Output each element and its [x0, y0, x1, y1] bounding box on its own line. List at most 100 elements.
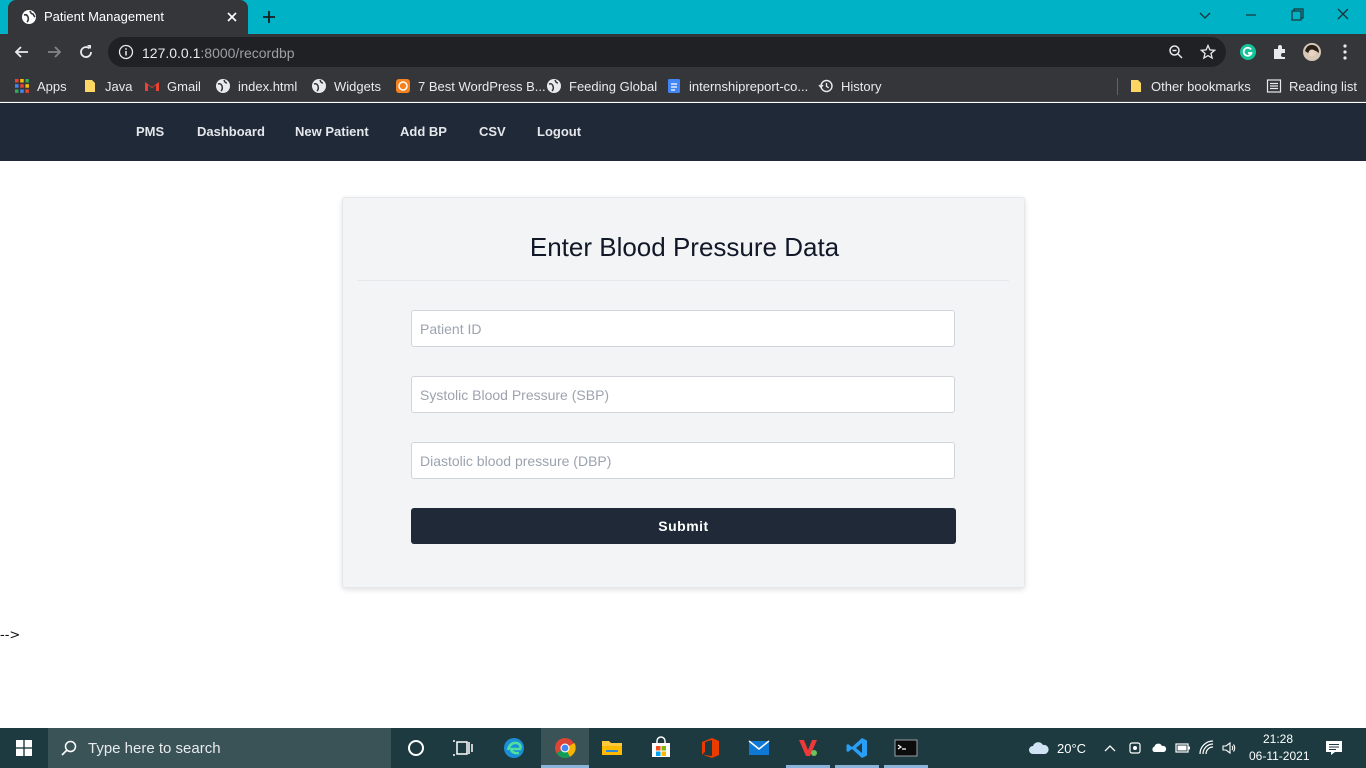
reading-list-icon: [1266, 79, 1282, 93]
taskbar-search-placeholder: Type here to search: [88, 739, 221, 757]
bookmark-internship-report[interactable]: internshipreport-co...: [666, 76, 808, 96]
taskbar-clock-time[interactable]: 21:28: [1263, 732, 1293, 746]
edge-browser-icon[interactable]: [502, 736, 526, 760]
site-favicon-icon: [396, 79, 410, 93]
bookmark-label: Reading list: [1289, 78, 1357, 94]
new-tab-icon[interactable]: [260, 8, 278, 26]
onedrive-cloud-icon[interactable]: [1151, 740, 1167, 756]
file-explorer-icon[interactable]: [600, 736, 624, 760]
folder-icon: [85, 80, 95, 92]
task-view-icon[interactable]: [452, 736, 476, 760]
submit-button[interactable]: Submit: [411, 508, 956, 544]
office-icon[interactable]: [698, 736, 722, 760]
app-navbar: PMS Dashboard New Patient Add BP CSV Log…: [0, 103, 1366, 161]
microsoft-store-icon[interactable]: [649, 736, 673, 760]
apps-grid-icon: [15, 79, 29, 93]
wifi-icon[interactable]: [1199, 740, 1215, 756]
windows-start-icon[interactable]: [16, 740, 32, 756]
title-divider: [357, 280, 1009, 281]
bookmark-label: Gmail: [167, 78, 201, 94]
vivaldi-app-icon[interactable]: [796, 736, 820, 760]
weather-cloud-icon[interactable]: [1028, 740, 1050, 756]
chrome-icon[interactable]: [553, 736, 577, 760]
close-tab-icon[interactable]: [224, 9, 240, 25]
docs-icon: [668, 79, 680, 93]
url-host: 127.0.0.1: [142, 45, 201, 61]
forward-arrow-icon[interactable]: [45, 43, 63, 61]
browser-tabstrip: Patient Management: [0, 0, 1366, 34]
reading-list-button[interactable]: Reading list: [1266, 76, 1357, 96]
tray-app-icon[interactable]: [1127, 740, 1143, 756]
bookmark-star-icon[interactable]: [1200, 44, 1216, 60]
bookmarks-separator: [1117, 78, 1118, 95]
dbp-input[interactable]: [411, 442, 955, 479]
reload-icon[interactable]: [77, 43, 95, 61]
nav-brand-pms[interactable]: PMS: [136, 124, 164, 139]
vscode-icon[interactable]: [845, 736, 869, 760]
patient-id-input[interactable]: [411, 310, 955, 347]
nav-link-add-bp[interactable]: Add BP: [400, 124, 447, 139]
bookmark-label: index.html: [238, 78, 298, 94]
address-bar[interactable]: 127.0.0.1:8000/recordbp: [108, 37, 1226, 67]
nav-link-dashboard[interactable]: Dashboard: [197, 124, 265, 139]
bookmark-label: Other bookmarks: [1151, 78, 1251, 94]
profile-avatar-icon[interactable]: [1302, 42, 1322, 62]
tab-search-chevron-icon[interactable]: [1193, 5, 1217, 25]
stray-comment-text: -->: [0, 628, 21, 643]
url-path: :8000/recordbp: [200, 45, 295, 61]
extensions-puzzle-icon[interactable]: [1270, 42, 1290, 62]
weather-temperature[interactable]: 20°C: [1057, 741, 1086, 756]
windows-taskbar: Type here to search 20°C 21:28 06-11-202…: [0, 728, 1366, 768]
browser-tab-active[interactable]: Patient Management: [8, 0, 248, 34]
close-window-icon[interactable]: [1331, 5, 1355, 25]
browser-toolbar: 127.0.0.1:8000/recordbp: [0, 34, 1366, 70]
cortana-icon[interactable]: [404, 736, 428, 760]
bookmark-label: internshipreport-co...: [689, 78, 809, 94]
bookmark-label: Apps: [37, 78, 67, 94]
tab-title: Patient Management: [44, 9, 164, 24]
bookmark-other-bookmarks[interactable]: Other bookmarks: [1128, 76, 1251, 96]
site-info-icon[interactable]: [118, 44, 134, 60]
minimize-icon[interactable]: [1239, 5, 1263, 25]
taskbar-clock-date[interactable]: 06-11-2021: [1249, 749, 1310, 763]
bookmark-wordpress[interactable]: 7 Best WordPress B...: [395, 76, 546, 96]
bookmark-java[interactable]: Java: [82, 76, 132, 96]
sbp-input[interactable]: [411, 376, 955, 413]
taskbar-search-box[interactable]: Type here to search: [48, 728, 391, 768]
form-title: Enter Blood Pressure Data: [529, 232, 840, 262]
globe-icon: [547, 79, 561, 93]
kebab-menu-icon[interactable]: [1335, 42, 1355, 62]
globe-icon: [22, 10, 36, 24]
nav-link-csv[interactable]: CSV: [479, 124, 506, 139]
back-arrow-icon[interactable]: [13, 43, 31, 61]
bookmark-label: 7 Best WordPress B...: [418, 78, 546, 94]
gmail-icon: [145, 82, 159, 91]
bookmark-gmail[interactable]: Gmail: [144, 76, 201, 96]
show-hidden-icons-chevron-icon[interactable]: [1102, 740, 1118, 756]
bookmark-history[interactable]: History: [818, 76, 881, 96]
battery-icon[interactable]: [1175, 740, 1191, 756]
bookmark-label: History: [841, 78, 882, 94]
grammarly-extension-icon[interactable]: [1238, 42, 1258, 62]
nav-link-new-patient[interactable]: New Patient: [295, 124, 369, 139]
globe-icon: [216, 79, 230, 93]
bp-form-card: Enter Blood Pressure Data Submit: [342, 197, 1025, 588]
nav-link-logout[interactable]: Logout: [537, 124, 581, 139]
zoom-icon[interactable]: [1168, 44, 1184, 60]
history-icon: [818, 79, 833, 93]
bookmark-feeding-global[interactable]: Feeding Global: [546, 76, 657, 96]
mail-icon[interactable]: [747, 736, 771, 760]
bookmark-widgets[interactable]: Widgets: [311, 76, 381, 96]
terminal-icon[interactable]: [894, 736, 918, 760]
restore-icon[interactable]: [1285, 5, 1309, 25]
bookmark-apps[interactable]: Apps: [14, 76, 67, 96]
bookmark-label: Widgets: [334, 78, 381, 94]
notification-center-icon[interactable]: [1325, 739, 1343, 757]
folder-icon: [1131, 80, 1141, 92]
search-icon: [61, 740, 77, 756]
globe-icon: [312, 79, 326, 93]
volume-speaker-icon[interactable]: [1221, 740, 1237, 756]
bookmark-index-html[interactable]: index.html: [215, 76, 297, 96]
bookmarks-bar: Apps Java Gmail index.html Widgets 7 Bes…: [0, 70, 1366, 102]
bookmark-label: Feeding Global: [569, 78, 658, 94]
